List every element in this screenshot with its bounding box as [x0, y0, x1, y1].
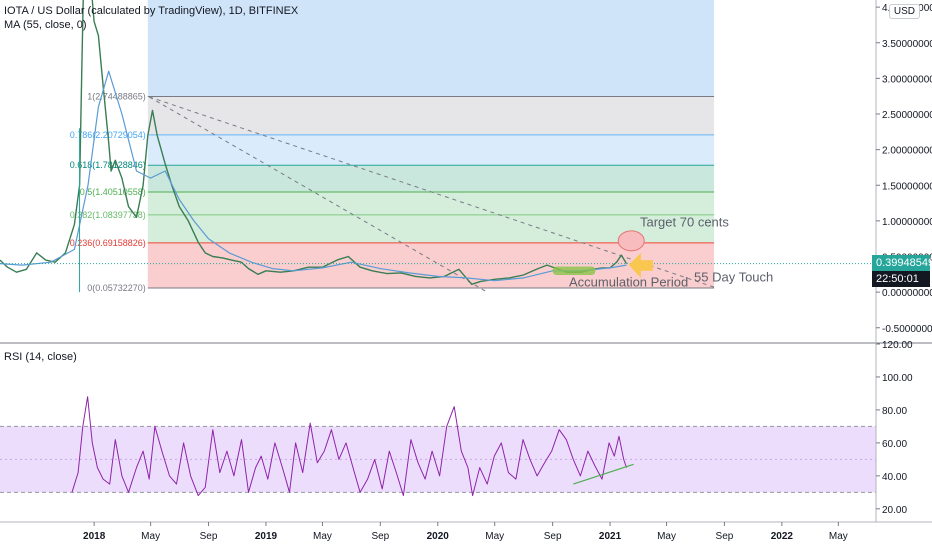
- price-tick-label: 0.00000000: [882, 288, 932, 299]
- time-tick-label: 2021: [599, 531, 622, 542]
- ma-indicator-label[interactable]: MA (55, close, 0): [4, 19, 87, 31]
- rsi-tick-label: 80.00: [882, 406, 907, 417]
- rsi-indicator-label[interactable]: RSI (14, close): [4, 351, 77, 363]
- time-tick-label: 2020: [427, 531, 450, 542]
- target-annotation: Target 70 cents: [640, 215, 729, 230]
- fib-level-label: 0.236(0.69158826): [70, 238, 146, 248]
- price-tick-label: 2.00000000: [882, 146, 932, 157]
- time-tick-label: 2022: [771, 531, 794, 542]
- time-tick-label: Sep: [200, 531, 218, 542]
- price-tick-label: 2.50000000: [882, 110, 932, 121]
- price-tick-label: 1.50000000: [882, 181, 932, 192]
- time-tick-label: Sep: [716, 531, 734, 542]
- fib-zone: [147, 192, 715, 215]
- chart-title: IOTA / US Dollar (calculated by TradingV…: [4, 5, 299, 17]
- price-tick-label: 1.00000000: [882, 217, 932, 228]
- price-tick-label: 3.00000000: [882, 74, 932, 85]
- fib-level-label: 0.5(1.40510558): [80, 187, 146, 197]
- time-tick-label: May: [485, 531, 504, 542]
- chart-canvas[interactable]: 1(2.74488865)0.786(2.20729054)0.618(1.78…: [0, 0, 932, 550]
- time-tick-label: May: [141, 531, 160, 542]
- rsi-tick-label: 20.00: [882, 505, 907, 516]
- last-price-tag: 0.39948549: [872, 255, 932, 271]
- time-tick-label: 2018: [83, 531, 106, 542]
- time-tick-label: 2019: [255, 531, 278, 542]
- rsi-tick-label: 100.00: [882, 373, 913, 384]
- currency-button[interactable]: USD: [888, 4, 920, 19]
- fib-zone: [147, 165, 715, 193]
- time-tick-label: May: [829, 531, 848, 542]
- time-tick-label: May: [657, 531, 676, 542]
- rsi-tick-label: 40.00: [882, 472, 907, 483]
- accumulation-annotation: Accumulation Period: [569, 274, 688, 289]
- price-tick-label: -0.50000000: [882, 324, 932, 335]
- time-tick-label: May: [313, 531, 332, 542]
- target-ellipse: [617, 230, 645, 252]
- rsi-tick-label: 120.00: [882, 340, 913, 351]
- fib-zone: [147, 96, 715, 135]
- countdown-tag: 22:50:01: [872, 271, 930, 287]
- price-tick-label: 3.50000000: [882, 39, 932, 50]
- rsi-tick-label: 60.00: [882, 439, 907, 450]
- fib-zone: [147, 134, 715, 166]
- fib-level-label: 0(0.05732270): [87, 283, 146, 293]
- accumulation-highlight: [552, 266, 596, 276]
- time-tick-label: Sep: [544, 531, 562, 542]
- time-tick-label: Sep: [371, 531, 389, 542]
- touch-annotation: 55 Day Touch: [694, 269, 773, 284]
